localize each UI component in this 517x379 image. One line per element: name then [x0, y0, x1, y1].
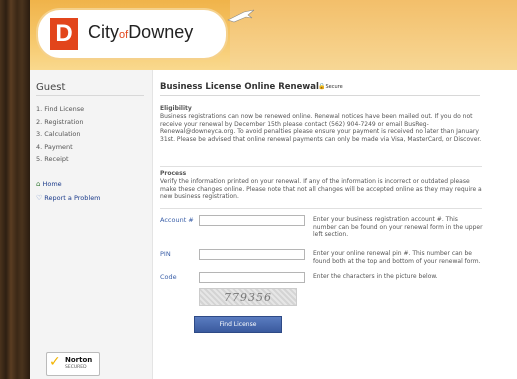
pin-input[interactable] — [199, 249, 305, 260]
step-item: 5. Receipt — [36, 155, 69, 163]
sidebar-heading: Guest — [36, 82, 66, 93]
find-license-button[interactable]: Find License — [194, 316, 282, 333]
code-help: Enter the characters in the picture belo… — [313, 273, 438, 280]
step-item: 3. Calculation — [36, 130, 81, 138]
captcha-image: 779356 — [199, 288, 297, 306]
account-label: Account # — [160, 216, 194, 224]
page-title: Business License Online Renewal — [160, 82, 319, 92]
logo-of-text: of — [119, 29, 129, 41]
account-input[interactable] — [199, 215, 305, 226]
sidebar-divider — [36, 95, 144, 96]
captcha-text: 779356 — [224, 291, 272, 304]
header-banner-image — [230, 0, 517, 70]
norton-subtitle: SECURED — [65, 365, 87, 370]
pin-label: PIN — [160, 250, 171, 258]
eligibility-heading: Eligibility — [160, 105, 192, 112]
secure-indicator: 🔒Secure — [318, 83, 343, 90]
logo-city-text: City — [88, 22, 119, 42]
code-input[interactable] — [199, 272, 305, 283]
title-divider — [160, 95, 480, 96]
report-link-label: Report a Problem — [44, 194, 101, 202]
step-item: 2. Registration — [36, 117, 84, 126]
secure-label: Secure — [325, 84, 343, 90]
space-shuttle-icon — [227, 9, 255, 23]
wood-background — [0, 0, 30, 379]
step-list: 1. Find License 2. Registration 3. Calcu… — [36, 103, 84, 166]
checkmark-icon: ✓ — [49, 354, 61, 370]
eligibility-text: Business registrations can now be renewe… — [160, 113, 482, 143]
step-item: 1. Find License — [36, 105, 85, 113]
home-link[interactable]: ⌂ Home — [36, 180, 62, 188]
report-problem-link[interactable]: ♡ Report a Problem — [36, 194, 101, 202]
norton-secured-badge[interactable]: ✓ Norton SECURED — [46, 352, 100, 376]
process-text: Verify the information printed on your r… — [160, 178, 482, 201]
pin-help: Enter your online renewal pin #. This nu… — [313, 250, 481, 265]
process-heading: Process — [160, 170, 187, 177]
logo-wordmark[interactable]: CityofDowney — [88, 22, 193, 43]
logo-downey-text: Downey — [128, 22, 194, 42]
step-item: 4. Payment — [36, 142, 73, 151]
home-icon: ⌂ — [36, 180, 41, 188]
norton-title: Norton — [65, 356, 93, 364]
account-help: Enter your business registration account… — [313, 216, 483, 239]
section-divider — [160, 208, 482, 209]
home-link-label: Home — [42, 180, 62, 188]
logo-d-icon[interactable]: D — [50, 18, 78, 50]
code-label: Code — [160, 273, 177, 281]
heart-icon: ♡ — [36, 194, 43, 202]
section-divider — [160, 166, 482, 167]
